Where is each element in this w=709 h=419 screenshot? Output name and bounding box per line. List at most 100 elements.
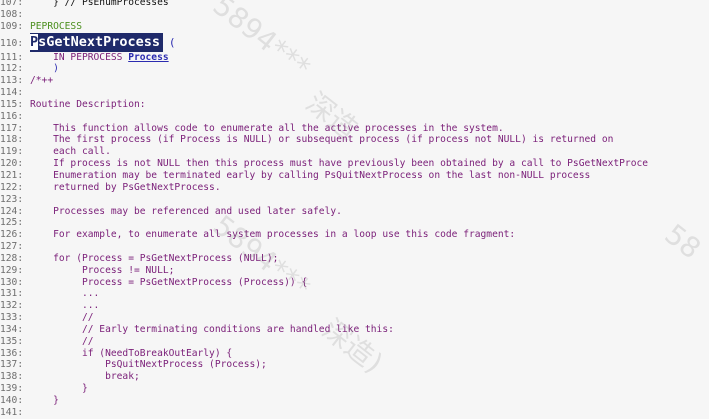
line-number: 133: [0,312,24,324]
comment-text: Process != NULL; [30,264,175,276]
line-number: 112: [0,63,24,75]
line-number: 129: [0,264,24,276]
line-number: 118: [0,134,24,146]
line-number: 125: [0,217,24,229]
comment-text: returned by PsGetNextProcess. [30,181,221,193]
line-number: 136: [0,347,24,359]
comment-text: each call. [30,146,111,158]
code-line: 117: This function allows code to enumer… [0,123,709,135]
code-line: 123: [0,194,709,206]
line-number: 108: [0,8,24,20]
line-number: 107: [0,0,24,8]
code-line: 132: ... [0,300,709,312]
comment-text: For example, to enumerate all system pro… [30,229,516,241]
function-name: sGetNextProcess [38,33,161,50]
line-number: 116: [0,110,24,122]
line-number: 117: [0,122,24,134]
comment-text: The first process (if Process is NULL) o… [30,134,614,146]
line-number: 122: [0,181,24,193]
line-number: 132: [0,300,24,312]
comment-text: Enumeration may be terminated early by c… [30,169,591,181]
code-line: 131: ... [0,288,709,300]
code-line: 109: PEPROCESS [0,21,709,33]
line-number: 139: [0,383,24,395]
comment-text: if (NeedToBreakOutEarly) { [30,347,233,359]
line-number: 113: [0,75,24,87]
open-paren: ( [168,35,176,49]
comment-text: This function allows code to enumerate a… [30,122,504,134]
comment-text: ... [30,288,100,300]
line-number: 114: [0,87,24,99]
function-name-cursor-char: P [30,33,39,50]
line-number: 110: [0,37,24,49]
code-line: 129: Process != NULL; [0,265,709,277]
line-number: 131: [0,288,24,300]
code-line: 118: The first process (if Process is NU… [0,134,709,146]
comment-text: PsQuitNextProcess (Process); [30,359,267,371]
line-number: 126: [0,229,24,241]
code-line: 130: Process = PsGetNextProcess (Process… [0,277,709,289]
code-line: 108: [0,9,709,21]
comment-text: Processes may be referenced and used lat… [30,205,342,217]
code-editor[interactable]: 107: } // PsEnumProcesses 108: 109: PEPRO… [0,0,709,419]
line-number: 111: [0,51,24,63]
code-line: 116: [0,111,709,123]
code-line: 133: // [0,312,709,324]
code-line: 120: If process is not NULL then this pr… [0,158,709,170]
code-line: 111: IN PEPROCESS Process [0,52,709,64]
code-line: 107: } // PsEnumProcesses [0,0,709,9]
code-line: 127: [0,241,709,253]
code-text: } // PsEnumProcesses [30,0,169,8]
line-number: 135: [0,335,24,347]
code-line: 113: /*++ [0,75,709,87]
code-line: 125: [0,217,709,229]
code-text: ) [30,63,59,75]
comment-text: /*++ [30,75,54,87]
line-number: 137: [0,359,24,371]
comment-text: } [30,395,59,406]
function-name-line: 110: PsGetNextProcess ( [0,32,709,52]
code-line: 122: returned by PsGetNextProcess. [0,182,709,194]
line-number: 128: [0,252,24,264]
code-line: 138: break; [0,371,709,383]
code-line: 134: // Early terminating conditions are… [0,324,709,336]
line-number: 120: [0,158,24,170]
code-line: 112: ) [0,63,709,75]
code-line: 136: if (NeedToBreakOutEarly) { [0,348,709,360]
comment-text: for (Process = PsGetNextProcess (NULL); [30,252,279,264]
function-name-selection[interactable]: PsGetNextProcess [30,32,164,52]
line-number: 121: [0,169,24,181]
return-type: PEPROCESS [30,20,82,32]
line-number: 124: [0,205,24,217]
line-number: 123: [0,193,24,205]
comment-text: Process = PsGetNextProcess (Process)) { [30,276,308,288]
line-number: 130: [0,276,24,288]
code-line: 114: [0,87,709,99]
code-line: 137: PsQuitNextProcess (Process); [0,359,709,371]
param-name[interactable]: Process [128,52,168,63]
comment-text: If process is not NULL then this process… [30,158,649,170]
comment-text: // [30,335,94,347]
code-line: 115: Routine Description: [0,99,709,111]
code-line: 121: Enumeration may be terminated early… [0,170,709,182]
code-line: 126: For example, to enumerate all syste… [0,229,709,241]
code-line: 124: Processes may be referenced and use… [0,206,709,218]
comment-text: // Early terminating conditions are hand… [30,323,394,335]
param-qualifier: IN PEPROCESS [30,51,129,63]
line-number: 127: [0,241,24,253]
comment-text: ... [30,300,100,312]
comment-text: Routine Description: [30,98,146,110]
line-number: 134: [0,323,24,335]
code-line: 119: each call. [0,146,709,158]
comment-text: } [30,383,88,395]
code-line: 128: for (Process = PsGetNextProcess (NU… [0,253,709,265]
line-number: 119: [0,146,24,158]
code-line: 139: } [0,383,709,395]
comment-text: // [30,312,94,324]
line-number: 115: [0,98,24,110]
code-line: 140: } [0,395,709,407]
code-line: 135: // [0,336,709,348]
line-number: 138: [0,371,24,383]
line-number: 140: [0,395,24,406]
comment-text: break; [30,371,140,383]
